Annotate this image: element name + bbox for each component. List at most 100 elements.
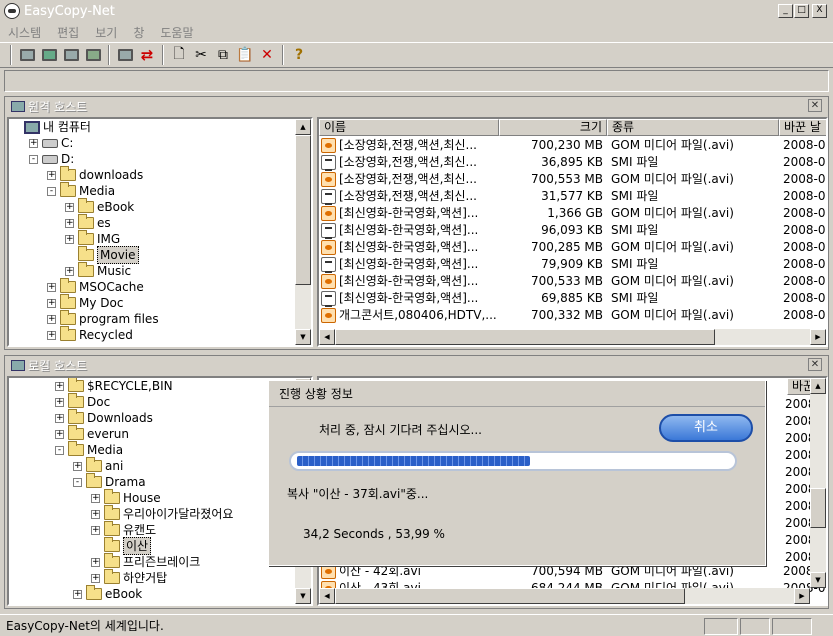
tree-node[interactable]: + eBook <box>65 198 134 215</box>
tree-node[interactable]: + eBook <box>73 585 142 602</box>
collapse-icon[interactable]: - <box>47 186 56 196</box>
menu-system[interactable]: 시스템 <box>8 24 41 41</box>
expand-icon[interactable]: + <box>65 218 74 228</box>
menu-view[interactable]: 보기 <box>95 24 117 41</box>
scroll-thumb[interactable] <box>295 135 311 285</box>
scroll-up-arrow-icon[interactable]: ▲ <box>295 119 311 135</box>
expand-icon[interactable]: + <box>73 589 82 599</box>
expand-icon[interactable]: + <box>55 429 64 439</box>
close-button[interactable]: X <box>812 4 827 18</box>
file-row[interactable]: [최신영화-한국영화,액션]... 79,909 KB SMI 파일 2008-0 <box>319 256 826 273</box>
tree-node[interactable]: + Downloads <box>55 409 153 426</box>
expand-icon[interactable]: + <box>91 525 100 535</box>
tree-node[interactable]: + MSOCache <box>47 278 144 295</box>
remote-panel-close-button[interactable]: ✕ <box>808 99 822 112</box>
minimize-button[interactable]: _ <box>778 4 793 18</box>
collapse-icon[interactable]: - <box>55 445 64 455</box>
tree-node[interactable]: + downloads <box>47 166 143 183</box>
tree-node[interactable]: + IMG <box>65 230 120 247</box>
help-button[interactable]: ? <box>288 44 310 66</box>
expand-icon[interactable]: + <box>29 138 38 148</box>
file-row[interactable]: 개그콘서트,080406,HDTV,... 700,332 MB GOM 미디어 파… <box>319 307 826 324</box>
tree-node[interactable]: - D: <box>29 151 74 167</box>
tree-node[interactable]: + My Doc <box>47 294 123 311</box>
remote-monitor-button[interactable] <box>38 44 60 66</box>
tree-node[interactable]: + program files <box>47 310 159 327</box>
menu-edit[interactable]: 편집 <box>57 24 79 41</box>
cut-button[interactable]: ✂ <box>190 44 212 66</box>
tree-node[interactable]: + es <box>65 214 111 231</box>
scroll-right-arrow-icon[interactable]: ▶ <box>810 329 826 345</box>
expand-icon[interactable]: + <box>91 573 100 583</box>
scroll-left-arrow-icon[interactable]: ◀ <box>319 588 335 604</box>
col-header-name[interactable]: 이름 <box>319 119 499 136</box>
host-monitor-button[interactable] <box>114 44 136 66</box>
expand-icon[interactable]: + <box>91 493 100 503</box>
tree-node[interactable]: - Media <box>47 182 115 199</box>
tree-node[interactable]: + Music <box>65 262 131 279</box>
tree-node[interactable]: + 유캔도 <box>91 521 156 538</box>
file-row[interactable]: [소장영화,전쟁,액션,최신... 36,895 KB SMI 파일 2008-0 <box>319 154 826 171</box>
scroll-left-arrow-icon[interactable]: ◀ <box>319 329 335 345</box>
file-row[interactable]: [최신영화-한국영화,액션]... 700,285 MB GOM 미디어 파일(.a… <box>319 239 826 256</box>
tree-node[interactable]: 내 컴퓨터 <box>11 119 91 135</box>
tree-node[interactable]: - Media <box>55 441 123 458</box>
file-row[interactable]: [소장영화,전쟁,액션,최신... 31,577 KB SMI 파일 2008-0 <box>319 188 826 205</box>
remote-tree-scrollbar[interactable]: ▲ ▼ <box>295 119 311 345</box>
file-row[interactable]: [최신영화-한국영화,액션]... 96,093 KB SMI 파일 2008-0 <box>319 222 826 239</box>
expand-icon[interactable]: + <box>55 381 64 391</box>
new-document-button[interactable]: 🗋 <box>168 44 190 66</box>
scroll-down-arrow-icon[interactable]: ▼ <box>810 572 826 588</box>
scroll-up-arrow-icon[interactable]: ▲ <box>810 378 826 394</box>
file-row[interactable]: [소장영화,전쟁,액션,최신... 700,553 MB GOM 미디어 파일(.a… <box>319 171 826 188</box>
copy-button[interactable]: ⧉ <box>212 44 234 66</box>
scroll-thumb[interactable] <box>335 329 715 345</box>
tree-node[interactable]: + Doc <box>55 393 110 410</box>
expand-icon[interactable]: + <box>47 170 56 180</box>
local-list-vscrollbar[interactable]: ▲ ▼ <box>810 378 826 588</box>
menu-window[interactable]: 창 <box>133 24 144 41</box>
tree-node[interactable]: + House <box>91 489 161 506</box>
file-row[interactable]: [소장영화,전쟁,액션,최신... 700,230 MB GOM 미디어 파일(.a… <box>319 137 826 154</box>
remote-list-hscrollbar[interactable]: ◀ ▶ <box>319 329 826 345</box>
scroll-thumb[interactable] <box>810 488 826 528</box>
expand-icon[interactable]: + <box>91 557 100 567</box>
local-panel-close-button[interactable]: ✕ <box>808 358 822 371</box>
col-header-type[interactable]: 종류 <box>607 119 779 136</box>
tree-node[interactable]: Movie <box>65 246 139 264</box>
tree-node[interactable]: + Recycled <box>47 326 133 343</box>
expand-icon[interactable]: + <box>65 202 74 212</box>
scroll-down-arrow-icon[interactable]: ▼ <box>295 588 311 604</box>
delete-button[interactable]: ✕ <box>256 44 278 66</box>
expand-icon[interactable]: + <box>47 298 56 308</box>
connect-monitor-button[interactable] <box>16 44 38 66</box>
file-row[interactable]: [최신영화-한국영화,액션]... 1,366 GB GOM 미디어 파일(.avi… <box>319 205 826 222</box>
tree-node[interactable]: + 하얀거탑 <box>91 569 167 586</box>
expand-icon[interactable]: + <box>65 266 74 276</box>
tree-node[interactable]: + everun <box>55 425 129 442</box>
tree-node[interactable]: 이산 <box>91 537 152 555</box>
tree-node[interactable]: + ani <box>73 457 123 474</box>
expand-icon[interactable]: + <box>47 282 56 292</box>
maximize-button[interactable]: □ <box>794 4 809 18</box>
collapse-icon[interactable]: - <box>73 477 82 487</box>
file-row[interactable]: [최신영화-한국영화,액션]... 700,533 MB GOM 미디어 파일(.a… <box>319 273 826 290</box>
address-bar[interactable] <box>4 70 829 92</box>
expand-icon[interactable]: + <box>55 413 64 423</box>
scroll-thumb[interactable] <box>335 588 685 604</box>
tree-node[interactable]: + $RECYCLE,BIN <box>55 378 173 394</box>
paste-button[interactable]: 📋 <box>234 44 256 66</box>
tree-node[interactable]: + C: <box>29 135 73 151</box>
expand-icon[interactable]: + <box>47 330 56 340</box>
local-monitor-button[interactable] <box>60 44 82 66</box>
scroll-right-arrow-icon[interactable]: ▶ <box>794 588 810 604</box>
disconnect-monitor-button[interactable] <box>82 44 104 66</box>
tree-node[interactable]: + 프리즌브레이크 <box>91 553 200 570</box>
expand-icon[interactable]: + <box>47 314 56 324</box>
tree-node[interactable]: - Drama <box>73 473 146 490</box>
local-list-hscrollbar[interactable]: ◀ ▶ <box>319 588 810 604</box>
menu-help[interactable]: 도움말 <box>160 24 193 41</box>
expand-icon[interactable]: + <box>73 461 82 471</box>
cancel-button[interactable]: 취소 <box>659 414 753 442</box>
collapse-icon[interactable]: - <box>29 154 38 164</box>
